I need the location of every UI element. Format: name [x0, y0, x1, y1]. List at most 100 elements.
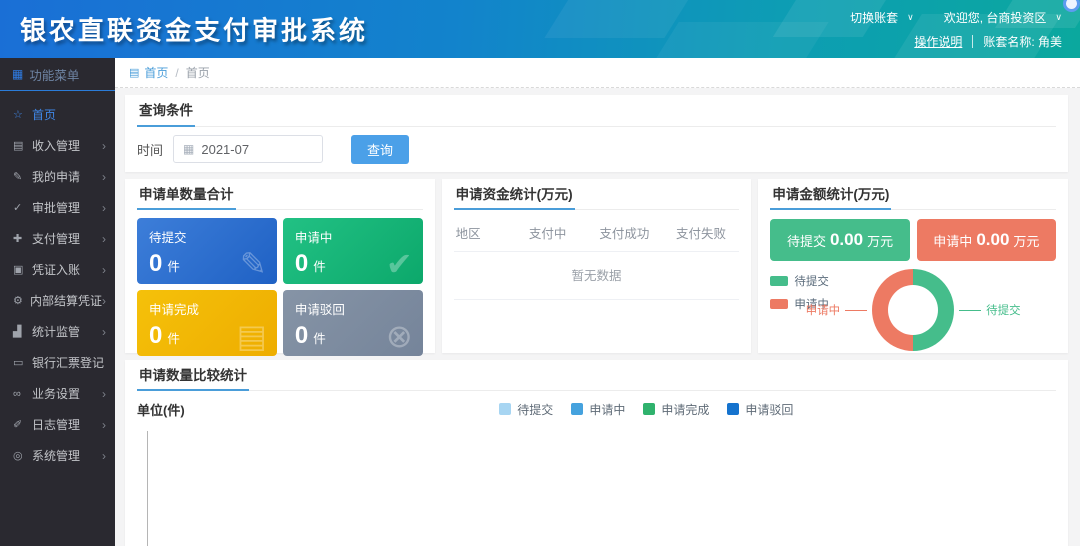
- briefcase-icon: ▣: [13, 263, 28, 276]
- amount-stats-panel: 申请金额统计(万元) 待提交 0.00 万元 申请中 0.00 万元: [758, 179, 1068, 353]
- chevron-right-icon: ›: [102, 139, 106, 153]
- pencil-icon: ✎: [13, 170, 28, 183]
- sidebar-menu-header: ▦ 功能菜单: [0, 58, 115, 91]
- sidebar-item-business-settings[interactable]: ∞ 业务设置 ›: [0, 378, 115, 409]
- star-icon: ☆: [13, 108, 28, 121]
- operation-guide-link[interactable]: 操作说明: [914, 33, 962, 50]
- legend-item-pending-submit[interactable]: 待提交: [499, 401, 553, 418]
- donut-callout-pending: 待提交: [986, 302, 1021, 318]
- donut-chart-area: 待提交 申请中 申请中: [770, 265, 1056, 357]
- query-panel: 查询条件 时间 ▦ 2021-07 查询: [125, 95, 1068, 172]
- funds-panel-title: 申请资金统计(万元): [454, 185, 575, 211]
- sidebar-item-statistics-supervision[interactable]: ▟ 统计监管 ›: [0, 316, 115, 347]
- sidebar-item-my-applications[interactable]: ✎ 我的申请 ›: [0, 161, 115, 192]
- y-axis-unit-label: 单位(件): [137, 400, 185, 419]
- query-panel-title: 查询条件: [137, 101, 195, 127]
- sidebar-item-home[interactable]: ☆ 首页: [0, 99, 115, 130]
- legend-item-completed[interactable]: 申请完成: [643, 401, 709, 418]
- app-header: 银农直联资金支付审批系统 切换账套 ∨ 欢迎您, 台商投资区 ∨ 操作说明 账套…: [0, 0, 1080, 58]
- chevron-right-icon: ›: [102, 170, 106, 184]
- month-picker-input[interactable]: ▦ 2021-07: [173, 135, 323, 163]
- legend-swatch-lightblue: [499, 403, 511, 415]
- comparison-panel-title: 申请数量比较统计: [137, 366, 249, 392]
- chevron-right-icon: ›: [102, 232, 106, 246]
- sidebar-item-payment-management[interactable]: ✚ 支付管理 ›: [0, 223, 115, 254]
- sidebar-nav: ☆ 首页 ▤ 收入管理 › ✎ 我的申请 › ✓ 审批管理 ›: [0, 91, 115, 471]
- content-area: 查询条件 时间 ▦ 2021-07 查询 申请单数量合计: [115, 88, 1080, 546]
- app-title: 银农直联资金支付审批系统: [20, 11, 368, 48]
- welcome-user-dropdown[interactable]: 欢迎您, 台商投资区 ∨: [944, 9, 1062, 26]
- document-icon: ▤: [237, 320, 267, 352]
- legend-item-in-progress[interactable]: 申请中: [571, 401, 625, 418]
- sidebar-item-income-management[interactable]: ▤ 收入管理 ›: [0, 130, 115, 161]
- stat-card-completed[interactable]: 申请完成 0 件 ▤: [137, 290, 277, 356]
- breadcrumb-home-link[interactable]: 首页: [144, 64, 168, 81]
- chevron-down-icon: ∨: [907, 12, 914, 23]
- sidebar-item-bank-draft-registration[interactable]: ▭ 银行汇票登记: [0, 347, 115, 378]
- bar-chart-icon: ▟: [13, 325, 28, 338]
- breadcrumb-current: 首页: [186, 64, 210, 81]
- amount-donut-chart[interactable]: [872, 269, 954, 351]
- summary-panel: 申请单数量合计 待提交 0 件 ✎ 申请中: [125, 179, 435, 353]
- column-header-paying: 支付中: [509, 223, 586, 242]
- main-area: ▤ 首页 / 首页 查询条件 时间 ▦ 2021-07 查询: [115, 58, 1080, 546]
- document-reject-icon: ⊗: [386, 320, 413, 352]
- pending-amount-badge[interactable]: 待提交 0.00 万元: [770, 219, 909, 261]
- column-header-success: 支付成功: [586, 223, 663, 242]
- callout-line: [959, 310, 981, 311]
- sidebar-item-system-management[interactable]: ◎ 系统管理 ›: [0, 440, 115, 471]
- in-progress-amount-value: 0.00: [976, 230, 1009, 250]
- card-icon: ▭: [13, 356, 28, 369]
- sidebar-item-approval-management[interactable]: ✓ 审批管理 ›: [0, 192, 115, 223]
- bar-chart-plot-area: [147, 431, 1052, 546]
- sidebar-item-internal-settlement-voucher[interactable]: ⚙ 内部结算凭证 ›: [0, 285, 115, 316]
- bar-chart-legend: 待提交 申请中 申请完成: [499, 401, 793, 418]
- settings-icon: ◎: [13, 449, 28, 462]
- body-row: ▦ 功能菜单 ☆ 首页 ▤ 收入管理 › ✎ 我的申请 ›: [0, 58, 1080, 546]
- switch-account-dropdown[interactable]: 切换账套 ∨: [850, 9, 914, 26]
- stat-card-rejected[interactable]: 申请驳回 0 件 ⊗: [283, 290, 423, 356]
- sidebar-menu-header-label: 功能菜单: [29, 65, 79, 84]
- link-icon: ∞: [13, 388, 28, 400]
- edit-icon: ✐: [13, 418, 28, 431]
- gear-icon: ⚙: [13, 294, 26, 307]
- stat-value: 0: [295, 324, 308, 348]
- sidebar: ▦ 功能菜单 ☆ 首页 ▤ 收入管理 › ✎ 我的申请 ›: [0, 58, 115, 546]
- chevron-down-icon: ∨: [1055, 12, 1062, 23]
- legend-swatch-green: [643, 403, 655, 415]
- breadcrumb: ▤ 首页 / 首页: [115, 58, 1080, 88]
- stat-card-pending-submit[interactable]: 待提交 0 件 ✎: [137, 218, 277, 284]
- vertical-divider: [972, 35, 973, 48]
- legend-swatch-darkblue: [727, 403, 739, 415]
- search-button[interactable]: 查询: [351, 135, 409, 164]
- menu-grid-icon: ▦: [12, 67, 23, 81]
- stat-value: 0: [149, 324, 162, 348]
- chevron-right-icon: ›: [102, 294, 106, 308]
- funds-table-panel: 申请资金统计(万元) 地区 支付中 支付成功 支付失败 暂无数据: [442, 179, 752, 353]
- calendar-icon: ▦: [183, 142, 194, 156]
- chevron-right-icon: ›: [102, 418, 106, 432]
- stats-row: 申请单数量合计 待提交 0 件 ✎ 申请中: [125, 179, 1068, 353]
- legend-item-rejected[interactable]: 申请驳回: [727, 401, 793, 418]
- time-label: 时间: [137, 140, 163, 159]
- empty-state-text: 暂无数据: [454, 252, 740, 300]
- in-progress-amount-badge[interactable]: 申请中 0.00 万元: [917, 219, 1056, 261]
- document-icon: ▤: [129, 66, 139, 79]
- sidebar-item-log-management[interactable]: ✐ 日志管理 ›: [0, 409, 115, 440]
- column-header-failed: 支付失败: [663, 223, 740, 242]
- summary-panel-title: 申请单数量合计: [137, 185, 236, 211]
- chevron-right-icon: ›: [102, 263, 106, 277]
- document-icon: ▤: [13, 139, 28, 152]
- table-header-row: 地区 支付中 支付成功 支付失败: [454, 214, 740, 252]
- chevron-right-icon: ›: [102, 201, 106, 215]
- stat-value: 0: [295, 252, 308, 276]
- list-check-icon: ✔: [386, 248, 413, 280]
- breadcrumb-separator: /: [175, 66, 178, 80]
- sidebar-item-voucher-entry[interactable]: ▣ 凭证入账 ›: [0, 254, 115, 285]
- stat-value: 0: [149, 252, 162, 276]
- callout-line: [845, 310, 867, 311]
- column-header-region: 地区: [454, 223, 510, 242]
- amount-panel-title: 申请金额统计(万元): [770, 185, 891, 211]
- chevron-right-icon: ›: [102, 387, 106, 401]
- stat-card-in-progress[interactable]: 申请中 0 件 ✔: [283, 218, 423, 284]
